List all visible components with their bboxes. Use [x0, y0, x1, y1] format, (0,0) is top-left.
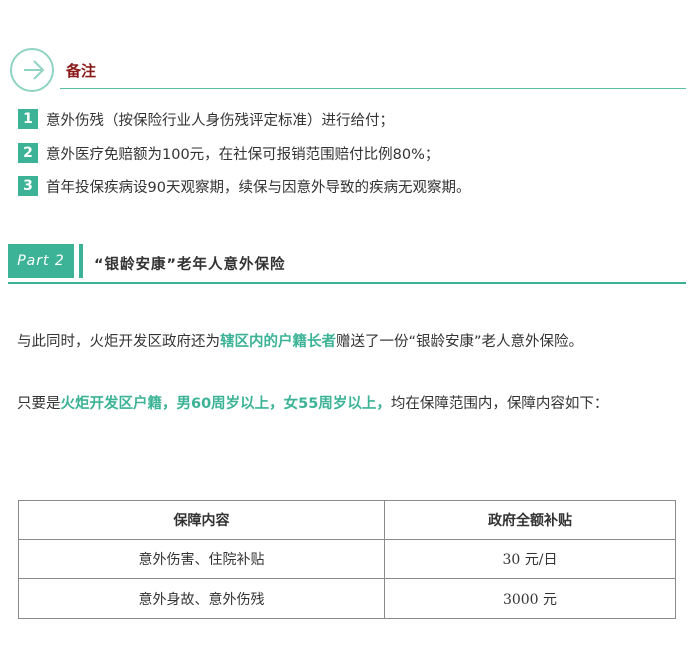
table-row: 意外身故、意外伤残 3000 元: [18, 578, 676, 619]
table-header-cell: 保障内容: [18, 500, 385, 540]
note-divider: [60, 88, 686, 89]
table-header-cell: 政府全额补贴: [384, 500, 676, 540]
coverage-table: 保障内容 政府全额补贴 意外伤害、住院补贴 30 元/日 意外身故、意外伤残 3…: [18, 500, 676, 619]
paragraph-text: 只要是: [17, 396, 61, 412]
note-title: 备注: [66, 62, 97, 80]
note-item: 1 意外伤残（按保险行业人身伤残评定标准）进行给付；: [18, 109, 394, 129]
table-cell: 意外伤害、住院补贴: [18, 539, 385, 579]
note-item-text: 意外伤残（按保险行业人身伤残评定标准）进行给付；: [46, 112, 394, 129]
note-item-text: 意外医疗免赔额为100元，在社保可报销范围赔付比例80%；: [46, 146, 440, 163]
note-item-text: 首年投保疾病设90天观察期，续保与因意外导致的疾病无观察期。: [46, 179, 471, 196]
paragraph-text: 均在保障范围内，保障内容如下：: [390, 396, 609, 412]
table-cell: 30 元/日: [384, 539, 676, 579]
paragraph: 只要是火炬开发区户籍，男60周岁以上，女55周岁以上，均在保障范围内，保障内容如…: [17, 390, 682, 418]
number-badge: 2: [18, 143, 38, 163]
section-divider: [8, 282, 686, 284]
note-item: 2 意外医疗免赔额为100元，在社保可报销范围赔付比例80%；: [18, 143, 439, 163]
table-header-row: 保障内容 政府全额补贴: [18, 500, 676, 540]
table-cell: 意外身故、意外伤残: [18, 578, 385, 619]
section-title: “银龄安康”老年人意外保险: [94, 257, 286, 273]
paragraph-text: 与此同时，火炬开发区政府还为: [17, 334, 220, 350]
arrow-circle-icon: [8, 46, 58, 96]
part-label: Part 2: [8, 244, 74, 278]
number-badge: 3: [18, 176, 38, 196]
paragraph-text: 赠送了一份“银龄安康”老人意外保险。: [336, 334, 584, 350]
note-item: 3 首年投保疾病设90天观察期，续保与因意外导致的疾病无观察期。: [18, 176, 470, 196]
part-accent-bar: [79, 244, 83, 278]
table-row: 意外伤害、住院补贴 30 元/日: [18, 539, 676, 579]
paragraph: 与此同时，火炬开发区政府还为辖区内的户籍长者赠送了一份“银龄安康”老人意外保险。: [17, 328, 682, 356]
highlight-text: 火炬开发区户籍，男60周岁以上，女55周岁以上，: [60, 396, 391, 412]
highlight-text: 辖区内的户籍长者: [220, 334, 336, 350]
table-cell: 3000 元: [384, 578, 676, 619]
number-badge: 1: [18, 109, 38, 129]
